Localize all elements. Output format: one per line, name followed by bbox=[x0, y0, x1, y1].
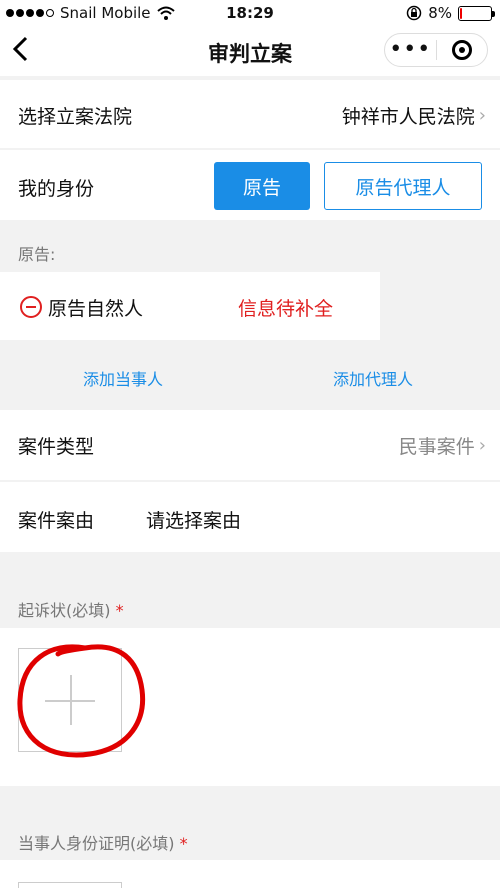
court-select[interactable]: 钟祥市人民法院 › bbox=[342, 102, 486, 129]
identity-label: 我的身份 bbox=[18, 178, 95, 200]
plaintiff-section-label: 原告: bbox=[18, 245, 56, 264]
required-mark: * bbox=[179, 834, 188, 853]
red-circle-annotation bbox=[17, 644, 146, 758]
battery-percent: 8% bbox=[428, 4, 452, 22]
status-bar: Snail Mobile 18:29 8% bbox=[0, 0, 500, 26]
complaint-upload-area bbox=[0, 628, 500, 786]
id-proof-upload-area bbox=[0, 860, 500, 888]
identity-agent-button[interactable]: 原告代理人 bbox=[324, 162, 482, 210]
party-name: 原告自然人 bbox=[48, 298, 144, 320]
case-cause-select[interactable]: 请选择案由 bbox=[146, 506, 241, 533]
add-party-link[interactable]: 添加当事人 bbox=[83, 366, 163, 390]
rotation-lock-icon bbox=[406, 5, 422, 21]
case-type-select[interactable]: 民事案件 › bbox=[399, 432, 486, 459]
chevron-right-icon: › bbox=[478, 435, 486, 456]
complaint-section-label: 起诉状(必填) * bbox=[18, 597, 124, 621]
identity-plaintiff-button[interactable]: 原告 bbox=[214, 162, 310, 210]
nav-bar: 审判立案 ••• bbox=[0, 26, 500, 76]
id-proof-section-label: 当事人身份证明(必填) * bbox=[18, 830, 188, 854]
target-circle-icon bbox=[451, 40, 472, 60]
battery-area: 8% bbox=[406, 4, 495, 22]
court-label: 选择立案法院 bbox=[18, 106, 133, 128]
battery-icon bbox=[458, 5, 495, 21]
identity-row: 我的身份 原告 原告代理人 bbox=[0, 150, 500, 220]
chevron-right-icon: › bbox=[478, 105, 486, 126]
party-row[interactable]: 原告自然人 信息待补全 bbox=[0, 272, 380, 340]
court-row[interactable]: 选择立案法院 钟祥市人民法院 › bbox=[0, 80, 500, 148]
case-type-row[interactable]: 案件类型 民事案件 › bbox=[0, 410, 500, 480]
case-cause-label: 案件案由 bbox=[18, 510, 95, 532]
remove-circle-icon[interactable] bbox=[20, 296, 42, 318]
case-type-value: 民事案件 bbox=[398, 436, 475, 458]
required-mark: * bbox=[115, 601, 124, 620]
court-value: 钟祥市人民法院 bbox=[341, 106, 475, 128]
upload-id-proof-button[interactable] bbox=[18, 882, 122, 888]
id-proof-label: 当事人身份证明(必填) bbox=[18, 834, 175, 853]
more-dots-icon[interactable]: ••• bbox=[385, 39, 436, 61]
party-status: 信息待补全 bbox=[238, 298, 334, 320]
add-agent-link[interactable]: 添加代理人 bbox=[333, 366, 413, 390]
case-type-label: 案件类型 bbox=[18, 436, 95, 458]
case-cause-row[interactable]: 案件案由 请选择案由 bbox=[0, 482, 500, 552]
complaint-label: 起诉状(必填) bbox=[18, 601, 111, 620]
mini-program-capsule: ••• bbox=[384, 33, 488, 67]
close-button[interactable] bbox=[437, 40, 488, 60]
